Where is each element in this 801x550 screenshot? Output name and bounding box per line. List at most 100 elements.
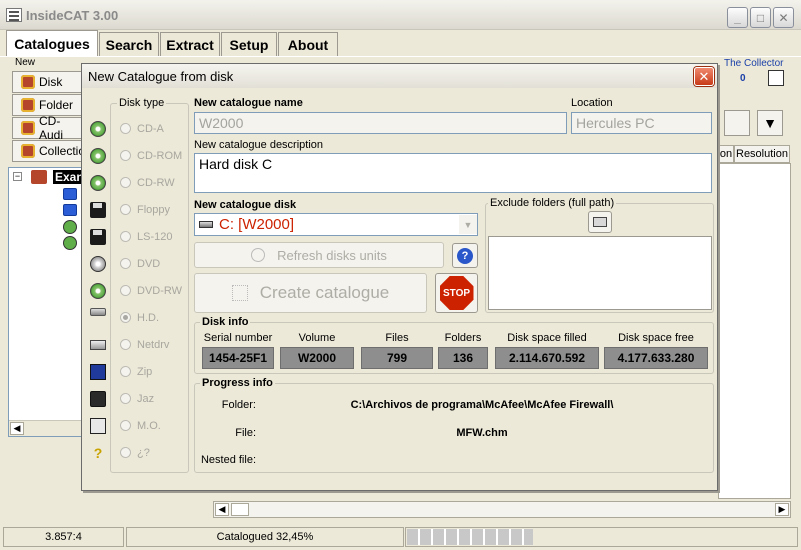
catalogue-tree[interactable]: − Exan ◀ — [8, 167, 86, 437]
collector-label: The Collector — [724, 58, 784, 69]
radio-cd-rw[interactable] — [120, 177, 131, 188]
radio-label: CD-ROM — [137, 149, 183, 162]
tab-search[interactable]: Search — [99, 32, 159, 56]
new-collection-button[interactable]: Collectio — [12, 140, 85, 162]
maximize-button[interactable]: □ — [750, 7, 771, 28]
cd-icon[interactable] — [63, 236, 77, 250]
radio-mo[interactable] — [120, 420, 131, 431]
disk-type-option[interactable]: CD-ROM — [82, 142, 192, 169]
folder-icon[interactable] — [63, 204, 77, 216]
dialog-title: New Catalogue from disk — [88, 69, 234, 84]
tab-catalogues[interactable]: Catalogues — [6, 30, 98, 56]
disk-type-option[interactable]: M.O. — [82, 412, 192, 439]
create-catalogue-button[interactable]: Create catalogue — [194, 273, 427, 313]
new-cd-audio-button[interactable]: CD-Audi — [12, 114, 84, 142]
help-button[interactable]: ? — [452, 243, 478, 268]
tab-about[interactable]: About — [278, 32, 338, 56]
new-folder-button[interactable]: Folder — [12, 94, 84, 116]
scroll-thumb[interactable] — [231, 503, 249, 516]
catalogue-name-input[interactable]: W2000 — [194, 112, 567, 134]
zip-disk-icon — [90, 363, 106, 380]
scroll-right-button[interactable]: ▶ — [775, 503, 789, 516]
main-titlebar: InsideCAT 3.00 _ □ ✕ — [0, 0, 801, 30]
dvd-icon — [90, 255, 106, 272]
disk-type-option[interactable]: DVD-RW — [82, 277, 192, 304]
disk-type-option[interactable]: CD-RW — [82, 169, 192, 196]
radio-label: CD-A — [137, 122, 164, 135]
status-progress-text: Catalogued 32,45% — [126, 527, 404, 547]
cd-icon — [90, 147, 106, 164]
cd-icon[interactable] — [63, 220, 77, 234]
chevron-down-icon[interactable]: ▼ — [459, 215, 477, 234]
close-button[interactable]: ✕ — [773, 7, 794, 28]
radio-unknown[interactable] — [120, 447, 131, 458]
create-catalogue-label: Create catalogue — [259, 283, 390, 302]
location-input[interactable]: Hercules PC — [571, 112, 712, 134]
column-header-resolution[interactable]: Resolution — [734, 145, 790, 163]
cd-icon — [90, 174, 106, 191]
dialog-close-button[interactable]: ✕ — [694, 67, 714, 86]
description-label: New catalogue description — [194, 139, 324, 151]
tree-collapse-toggle[interactable]: − — [13, 172, 22, 181]
scroll-left-button[interactable]: ◀ — [10, 422, 24, 435]
tree-scrollbar[interactable]: ◀ — [9, 420, 85, 436]
disk-type-legend: Disk type — [117, 97, 167, 109]
disk-type-option[interactable]: Floppy — [82, 196, 192, 223]
collection-icon — [21, 144, 35, 158]
stop-button[interactable]: STOP — [435, 273, 478, 313]
disk-type-option[interactable]: Jaz — [82, 385, 192, 412]
radio-cd-rom[interactable] — [120, 150, 131, 161]
column-header[interactable]: on — [718, 145, 734, 163]
horizontal-scrollbar[interactable]: ◀ ▶ — [213, 501, 791, 518]
pen-button[interactable] — [724, 110, 750, 136]
radio-label: Floppy — [137, 203, 171, 216]
tab-setup[interactable]: Setup — [221, 32, 277, 56]
filter-icon[interactable]: ▼ — [757, 110, 783, 136]
tab-extract[interactable]: Extract — [160, 32, 220, 56]
dvd-icon — [90, 282, 106, 299]
documents-icon[interactable] — [768, 70, 784, 86]
description-input[interactable]: Hard disk C — [194, 153, 712, 193]
radio-dvd[interactable] — [120, 258, 131, 269]
exclude-folders-list[interactable] — [488, 236, 712, 310]
disk-select-value: C: [W2000] — [219, 216, 295, 233]
status-progress-fill — [407, 529, 533, 545]
jaz-disk-icon — [90, 390, 106, 407]
radio-floppy[interactable] — [120, 204, 131, 215]
disk-select[interactable]: C: [W2000] ▼ — [194, 213, 478, 236]
browse-folder-button[interactable] — [588, 211, 612, 233]
space-free-header: Disk space free — [618, 332, 694, 344]
space-filled-header: Disk space filled — [507, 332, 587, 344]
disk-info-legend: Disk info — [200, 316, 251, 328]
new-disk-button[interactable]: Disk — [12, 71, 84, 93]
radio-netdrv[interactable] — [120, 339, 131, 350]
refresh-disks-button[interactable]: Refresh disks units — [194, 242, 444, 268]
collector-count: 0 — [740, 73, 746, 84]
radio-cd-a[interactable] — [120, 123, 131, 134]
radio-dvd-rw[interactable] — [120, 285, 131, 296]
radio-label: H.D. — [137, 311, 159, 324]
disk-type-option[interactable]: H.D. — [82, 304, 192, 331]
folder-icon[interactable] — [63, 188, 77, 200]
disk-catalogue-icon — [21, 75, 35, 89]
disk-type-option[interactable]: ? ¿? — [82, 439, 192, 466]
disk-type-option[interactable]: CD-A — [82, 115, 192, 142]
disk-type-option[interactable]: Zip — [82, 358, 192, 385]
disk-type-option[interactable]: DVD — [82, 250, 192, 277]
status-count: 3.857:4 — [3, 527, 124, 547]
refresh-icon — [251, 248, 266, 262]
disk-type-option[interactable]: Netdrv — [82, 331, 192, 358]
folders-header: Folders — [444, 332, 482, 344]
new-folder-label: Folder — [39, 98, 74, 112]
scroll-left-button[interactable]: ◀ — [215, 503, 229, 516]
hard-disk-icon — [90, 308, 106, 316]
radio-ls-120[interactable] — [120, 231, 131, 242]
minimize-button[interactable]: _ — [727, 7, 748, 28]
disk-type-option[interactable]: LS-120 — [82, 223, 192, 250]
detail-list[interactable] — [718, 163, 791, 499]
radio-label: DVD-RW — [137, 284, 183, 297]
unknown-disk-icon: ? — [93, 444, 103, 461]
radio-jaz[interactable] — [120, 393, 131, 404]
radio-zip[interactable] — [120, 366, 131, 377]
radio-hd[interactable] — [120, 312, 131, 323]
